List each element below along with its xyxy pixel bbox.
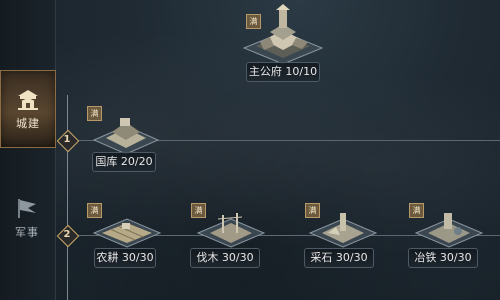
farm-image — [92, 218, 162, 248]
main-hall-name: 主公府 — [248, 65, 282, 78]
farm-name: 农耕 — [96, 251, 119, 264]
main-hall-level: 10/10 — [285, 65, 318, 78]
quarry-level: 30/30 — [335, 251, 368, 264]
warehouse-level: 20/20 — [120, 155, 153, 168]
quarry-name: 采石 — [310, 251, 333, 264]
quarry-image — [308, 213, 378, 248]
building-lumber[interactable]: 满 伐木 30/30 — [186, 203, 276, 270]
tab-city-building[interactable]: 城建 — [0, 70, 56, 148]
smelt-name: 冶铁 — [414, 251, 437, 264]
smelt-label: 冶铁 30/30 — [408, 248, 478, 268]
quarry-label: 采石 30/30 — [304, 248, 374, 268]
tab-military[interactable]: 军事 — [0, 180, 54, 256]
tab-military-label: 军事 — [15, 226, 39, 239]
smelt-image — [414, 213, 484, 248]
city-building-icon — [18, 90, 38, 110]
lumber-label: 伐木 30/30 — [190, 248, 260, 268]
tab-city-building-label: 城建 — [16, 117, 40, 130]
warehouse-label: 国库 20/20 — [92, 152, 156, 172]
category-sidebar: 城建 军事 — [0, 0, 56, 300]
lumber-image — [196, 213, 266, 248]
building-main-hall[interactable]: 满 主公府 10/10 — [238, 2, 328, 82]
farm-label: 农耕 30/30 — [94, 248, 156, 268]
building-quarry[interactable]: 满 采石 30/30 — [300, 203, 390, 270]
tier-2-number: 2 — [63, 229, 71, 240]
smelt-level: 30/30 — [439, 251, 472, 264]
military-flag-icon — [18, 199, 36, 218]
main-hall-image — [242, 4, 324, 64]
farm-level: 30/30 — [121, 251, 154, 264]
warehouse-image — [92, 118, 160, 155]
building-warehouse[interactable]: 满 国库 20/20 — [82, 106, 172, 172]
lumber-name: 伐木 — [196, 251, 219, 264]
tree-trunk-line — [67, 95, 68, 300]
warehouse-name: 国库 — [95, 155, 118, 168]
tier-1-number: 1 — [63, 134, 71, 145]
lumber-level: 30/30 — [221, 251, 254, 264]
building-smelt[interactable]: 满 冶铁 30/30 — [404, 203, 496, 270]
building-farm[interactable]: 满 农耕 30/30 — [82, 203, 172, 270]
main-hall-label: 主公府 10/10 — [246, 62, 320, 82]
